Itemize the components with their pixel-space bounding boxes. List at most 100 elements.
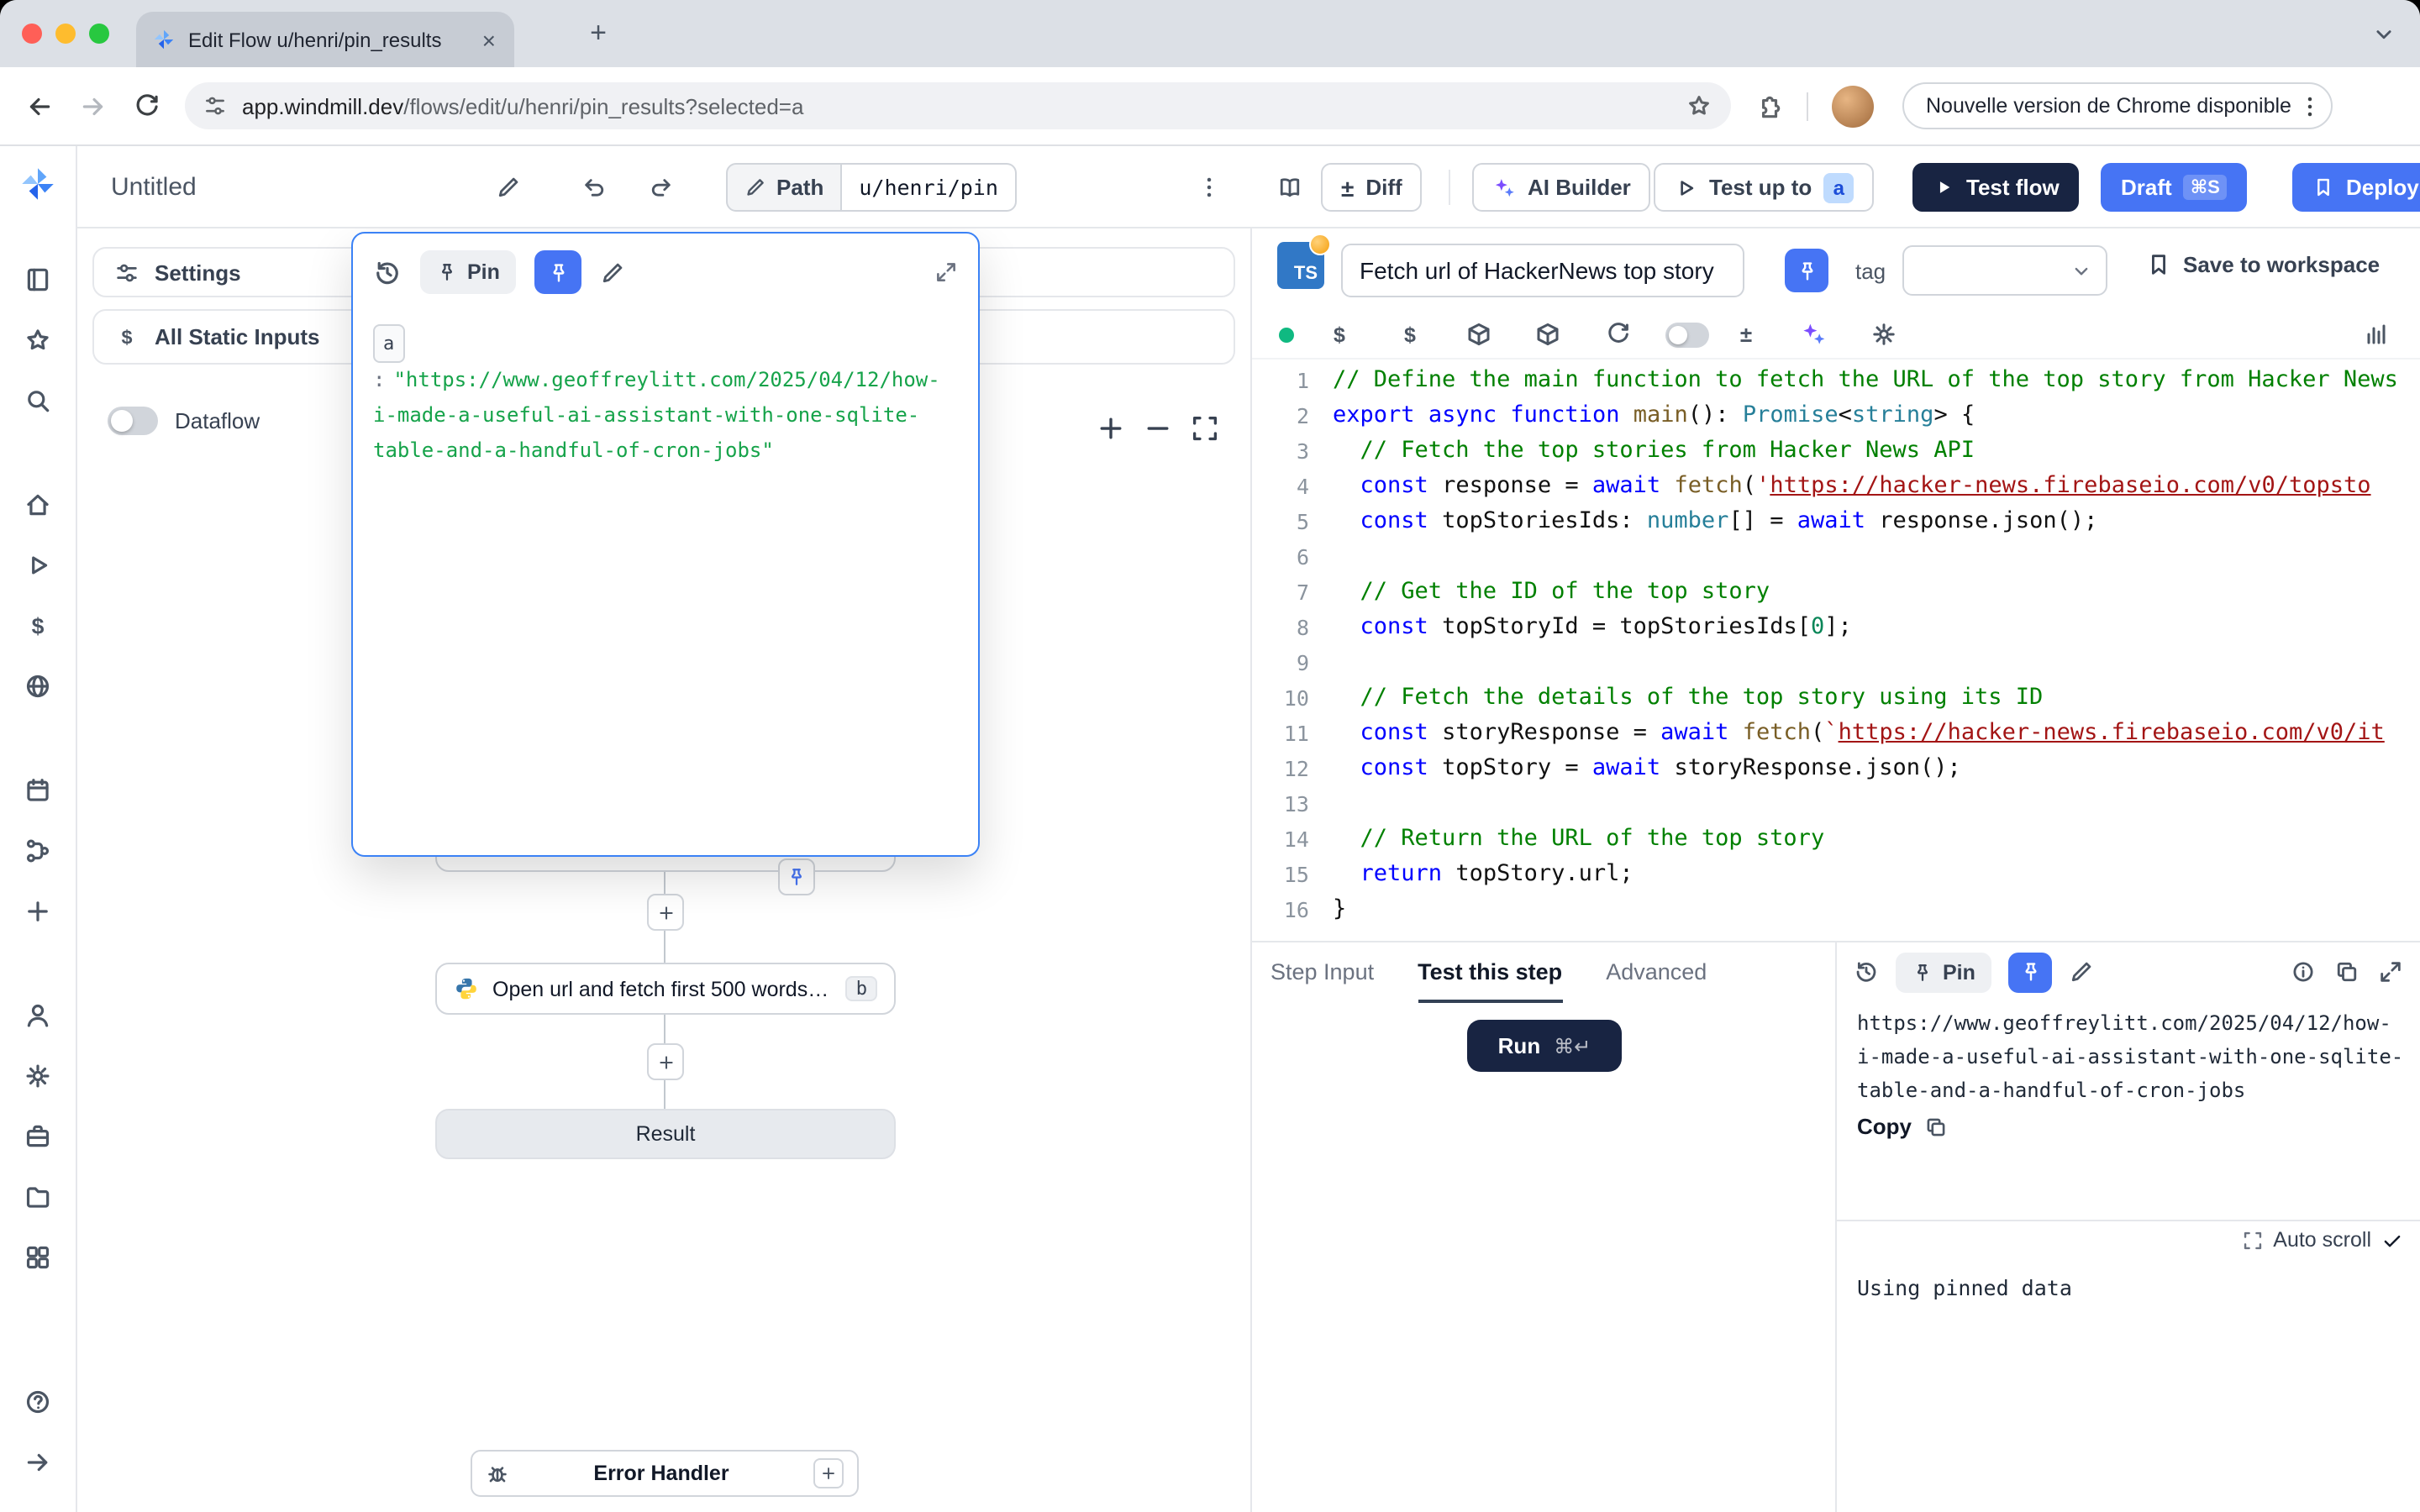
redo-icon[interactable] <box>639 165 682 208</box>
bug-icon <box>486 1462 509 1485</box>
copy-result-icon[interactable] <box>2334 959 2360 984</box>
node-a-pin-icon[interactable] <box>778 858 815 895</box>
tab-step-input[interactable]: Step Input <box>1270 942 1374 1003</box>
tab-test-this-step[interactable]: Test this step <box>1418 942 1562 1003</box>
zoom-out-icon[interactable] <box>1143 413 1173 444</box>
dataflow-control: Dataflow <box>108 407 260 435</box>
sidebar-folders-icon[interactable] <box>18 1176 58 1216</box>
library-panel-icon[interactable] <box>2363 321 2390 348</box>
forward-icon[interactable] <box>71 84 114 128</box>
path-value[interactable]: u/henri/pin <box>842 163 1017 212</box>
window-close-button[interactable] <box>22 24 42 44</box>
dataflow-toggle[interactable] <box>108 407 158 435</box>
copy-button[interactable]: Copy <box>1857 1114 1947 1139</box>
path-button[interactable]: Path <box>726 163 842 212</box>
draft-button[interactable]: Draft ⌘S <box>2101 163 2247 212</box>
deploy-label: Deploy <box>2346 175 2419 200</box>
path-control[interactable]: Path u/henri/pin <box>726 163 1017 212</box>
reset-icon[interactable] <box>1605 321 1632 348</box>
result-node[interactable]: Result <box>435 1109 896 1159</box>
diff-plusminus-icon[interactable]: ± <box>1733 321 1760 348</box>
ai-sparkles-icon[interactable] <box>1800 321 1827 348</box>
variables-dollar-icon[interactable]: $ <box>1326 321 1353 348</box>
step-a-badge[interactable]: a <box>1823 172 1854 202</box>
svg-text:$: $ <box>1334 323 1345 347</box>
pin-button[interactable]: Pin <box>420 250 517 294</box>
insert-step-button[interactable] <box>647 1043 684 1080</box>
fit-view-icon[interactable] <box>1190 413 1220 444</box>
edit-pencil-icon[interactable] <box>601 260 626 285</box>
profile-avatar[interactable] <box>1832 85 1874 127</box>
sidebar-account-icon[interactable] <box>18 995 58 1035</box>
package-icon[interactable] <box>1465 321 1492 348</box>
result-pin-button[interactable]: Pin <box>1896 952 1992 992</box>
test-up-to-button[interactable]: Test up to a <box>1654 163 1874 212</box>
sidebar-home-icon[interactable] <box>18 484 58 524</box>
editor-settings-gear-icon[interactable] <box>1870 321 1897 348</box>
pinned-data-popover: Pin a:"https://www.geoffreylitt.com/2025… <box>351 232 980 857</box>
window-zoom-button[interactable] <box>89 24 109 44</box>
address-bar[interactable]: app.windmill.dev/flows/edit/u/henri/pin_… <box>185 82 1731 129</box>
sidebar-favorites-icon[interactable] <box>18 319 58 360</box>
chrome-update-label: Nouvelle version de Chrome disponible <box>1926 94 2291 118</box>
sidebar-schedules-icon[interactable] <box>18 769 58 810</box>
ai-builder-button[interactable]: AI Builder <box>1472 163 1651 212</box>
test-flow-button[interactable]: Test flow <box>1912 163 2080 212</box>
add-error-handler-icon[interactable] <box>813 1458 844 1488</box>
sidebar-search-icon[interactable] <box>18 380 58 420</box>
editor-toggle[interactable] <box>1665 323 1709 348</box>
pin-active-button[interactable] <box>535 250 582 294</box>
sidebar-variables-icon[interactable]: $ <box>18 605 58 645</box>
chrome-update-button[interactable]: Nouvelle version de Chrome disponible <box>1902 82 2333 129</box>
sidebar-flows-icon[interactable] <box>18 830 58 870</box>
window-minimize-button[interactable] <box>55 24 76 44</box>
sidebar-settings-icon[interactable] <box>18 1055 58 1095</box>
tag-select[interactable] <box>1902 245 2107 296</box>
save-to-workspace-button[interactable]: Save to workspace <box>2146 252 2380 277</box>
auto-scroll-control[interactable]: Auto scroll <box>2241 1228 2403 1252</box>
step-pin-active-button[interactable] <box>1785 249 1828 292</box>
reload-icon[interactable] <box>124 84 168 128</box>
tab-close-icon[interactable]: × <box>479 28 499 51</box>
expand-popover-icon[interactable] <box>934 260 958 284</box>
docs-book-icon[interactable] <box>1267 165 1311 208</box>
code-editor[interactable]: 12345678910111213141516 // Define the ma… <box>1252 358 2420 941</box>
extensions-icon[interactable] <box>1754 92 1783 120</box>
back-icon[interactable] <box>17 84 60 128</box>
sidebar-runs-icon[interactable] <box>18 544 58 585</box>
step-name-input[interactable] <box>1341 244 1744 297</box>
sidebar-apps-icon[interactable] <box>18 1236 58 1277</box>
expand-result-icon[interactable] <box>2378 959 2403 984</box>
deploy-button[interactable]: Deploy <box>2292 163 2420 212</box>
browser-menu-icon[interactable] <box>2298 93 2323 118</box>
edit-pencil-icon[interactable] <box>2070 959 2095 984</box>
windmill-logo[interactable] <box>17 163 59 205</box>
browser-tab[interactable]: Edit Flow u/henri/pin_results × <box>136 12 514 67</box>
resources-dollar-icon[interactable]: $ <box>1397 321 1423 348</box>
package-icon[interactable] <box>1534 321 1561 348</box>
zoom-in-icon[interactable] <box>1096 413 1126 444</box>
sidebar-workers-icon[interactable] <box>18 1116 58 1156</box>
sidebar-workspace-icon[interactable] <box>18 259 58 299</box>
tab-search-chevron-icon[interactable] <box>2371 22 2396 47</box>
sidebar-create-icon[interactable] <box>18 890 58 931</box>
bookmark-star-icon[interactable] <box>1686 92 1712 119</box>
tab-advanced[interactable]: Advanced <box>1606 942 1707 1003</box>
sidebar-resources-icon[interactable] <box>18 665 58 706</box>
history-icon[interactable] <box>373 258 402 286</box>
more-options-icon[interactable] <box>1186 165 1230 208</box>
diff-button[interactable]: ± Diff <box>1321 163 1423 212</box>
error-handler-node[interactable]: Error Handler <box>471 1450 859 1497</box>
sidebar-help-icon[interactable] <box>18 1381 58 1421</box>
sidebar-expand-icon[interactable] <box>18 1441 58 1482</box>
flow-node-b[interactable]: Open url and fetch first 500 words of ..… <box>435 963 896 1015</box>
run-button[interactable]: Run ⌘↵ <box>1467 1020 1622 1072</box>
insert-step-button[interactable] <box>647 894 684 931</box>
undo-icon[interactable] <box>571 165 615 208</box>
rename-pencil-icon[interactable] <box>486 165 529 208</box>
info-icon[interactable] <box>2291 959 2316 984</box>
new-tab-button[interactable]: + <box>580 15 617 52</box>
result-pin-active-button[interactable] <box>2009 952 2053 992</box>
site-settings-icon[interactable] <box>203 94 227 118</box>
history-icon[interactable] <box>1854 959 1879 984</box>
